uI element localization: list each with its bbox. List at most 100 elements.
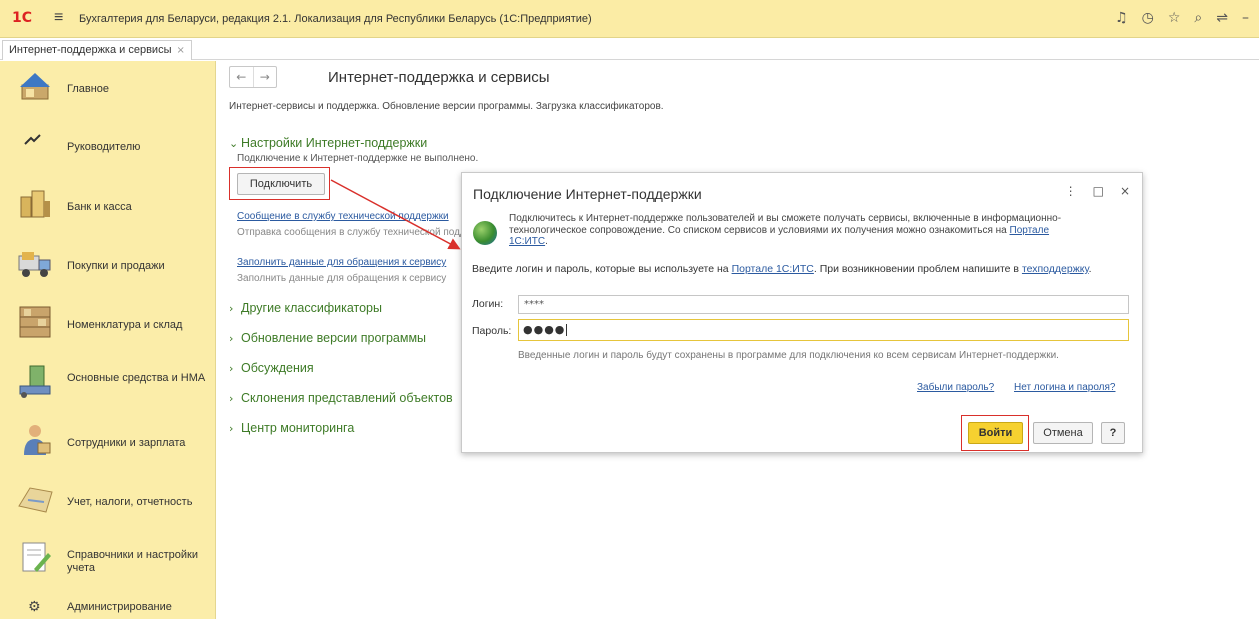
history-icon[interactable]: ◷ xyxy=(1142,10,1154,26)
section-discussions[interactable]: › Обсуждения xyxy=(229,361,314,375)
section-title: Обсуждения xyxy=(241,361,314,375)
sidebar-item-label: Основные средства и НМА xyxy=(67,372,206,384)
chevron-right-icon: › xyxy=(229,392,234,405)
credentials-hint: Введенные логин и пароль будут сохранены… xyxy=(518,350,1059,361)
sidebar-item-label: Учет, налоги, отчетность xyxy=(67,496,193,508)
sidebar-item-assets[interactable]: Основные средства и НМА xyxy=(0,356,216,412)
cancel-button[interactable]: Отмена xyxy=(1033,422,1093,444)
forgot-password-link[interactable]: Забыли пароль? xyxy=(917,382,994,393)
sidebar-item-label: Сотрудники и зарплата xyxy=(67,437,186,449)
chevron-right-icon: › xyxy=(229,422,234,435)
login-field[interactable]: **** xyxy=(518,295,1129,314)
settings-doc-icon xyxy=(22,542,51,572)
close-icon[interactable]: × xyxy=(1120,184,1130,198)
chevron-right-icon: › xyxy=(229,332,234,345)
section-title: Склонения представлений объектов xyxy=(241,391,453,405)
gear-icon: ⚙ xyxy=(28,599,41,615)
section-title: Настройки Интернет-поддержки xyxy=(241,136,428,150)
login-button[interactable]: Войти xyxy=(968,422,1023,444)
sidebar-item-label: Покупки и продажи xyxy=(67,260,165,272)
history-nav: ← → xyxy=(229,66,277,88)
connect-button[interactable]: Подключить xyxy=(237,173,325,195)
assets-icon xyxy=(19,365,51,398)
sidebar-item-inventory[interactable]: Номенклатура и склад xyxy=(0,297,216,353)
password-field[interactable]: ●●●● xyxy=(518,319,1129,341)
sidebar-item-admin[interactable]: ⚙ Администрирование xyxy=(0,589,216,619)
forward-button[interactable]: → xyxy=(254,67,277,87)
minimize-icon[interactable]: – xyxy=(1242,10,1249,26)
section-title: Другие классификаторы xyxy=(241,301,382,315)
main-menu-icon[interactable]: ≡ xyxy=(54,9,63,27)
employee-icon xyxy=(24,425,51,455)
menu-icon[interactable]: ⇌ xyxy=(1216,10,1228,26)
fill-data-desc: Заполнить данные для обращения к сервису xyxy=(237,273,447,284)
portal-link[interactable]: Портале 1С:ИТС xyxy=(732,263,814,275)
trend-icon xyxy=(24,134,41,145)
star-icon[interactable]: ☆ xyxy=(1168,10,1181,26)
section-monitoring[interactable]: › Центр мониторинга xyxy=(229,421,354,435)
password-value: ●●●● xyxy=(523,323,566,336)
app-logo: 1С xyxy=(12,10,33,26)
sidebar-item-purchases[interactable]: Покупки и продажи xyxy=(0,238,216,294)
text-caret xyxy=(566,324,568,336)
dialog-controls: ⋮ □ × xyxy=(1065,184,1130,198)
chevron-down-icon: ⌄ xyxy=(229,137,239,150)
title-bar: 1С ≡ Бухгалтерия для Беларуси, редакция … xyxy=(0,0,1259,38)
bell-icon[interactable]: ♫ xyxy=(1115,10,1128,26)
tab-bar: Интернет-поддержка и сервисы × xyxy=(0,38,1259,60)
section-update[interactable]: › Обновление версии программы xyxy=(229,331,426,345)
section-title: Центр мониторинга xyxy=(241,421,355,435)
search-icon[interactable]: ⌕ xyxy=(1194,10,1202,26)
support-message-desc: Отправка сообщения в службу технической … xyxy=(237,227,461,238)
connection-status: Подключение к Интернет-поддержке не выпо… xyxy=(237,153,479,164)
page-subtitle: Интернет-сервисы и поддержка. Обновление… xyxy=(229,101,664,112)
chevron-right-icon: › xyxy=(229,362,234,375)
sidebar-item-bank[interactable]: Банк и касса xyxy=(0,179,216,235)
no-login-link[interactable]: Нет логина и пароля? xyxy=(1014,382,1115,393)
warehouse-icon xyxy=(19,306,51,338)
title-bar-icons: ♫ ◷ ☆ ⌕ ⇌ – xyxy=(1115,10,1249,26)
truck-icon xyxy=(18,252,51,277)
sidebar-item-main[interactable]: Главное xyxy=(0,61,216,117)
tab-label: Интернет-поддержка и сервисы xyxy=(9,44,172,56)
instructions-text: . При возникновении проблем напишите в xyxy=(813,263,1022,275)
intro-text: Подключитесь к Интернет-поддержке пользо… xyxy=(509,213,1062,236)
intro-end: . xyxy=(545,236,548,247)
close-icon[interactable]: × xyxy=(176,45,184,56)
tab-internet-support[interactable]: Интернет-поддержка и сервисы × xyxy=(2,40,192,60)
dialog-title: Подключение Интернет-поддержки xyxy=(473,186,702,202)
tech-support-link[interactable]: техподдержку xyxy=(1022,263,1089,275)
page-title: Интернет-поддержка и сервисы xyxy=(328,69,550,86)
dialog-intro: Подключитесь к Интернет-поддержке пользо… xyxy=(509,213,1069,248)
accounting-icon xyxy=(18,487,53,513)
chevron-right-icon: › xyxy=(229,302,234,315)
section-internet-support-settings[interactable]: ⌄ Настройки Интернет-поддержки xyxy=(229,136,427,150)
help-button[interactable]: ? xyxy=(1101,422,1125,444)
back-button[interactable]: ← xyxy=(230,67,254,87)
login-instructions: Введите логин и пароль, которые вы испол… xyxy=(472,263,1112,275)
sidebar-item-label: Администрирование xyxy=(67,601,172,613)
sidebar-item-label: Банк и касса xyxy=(67,201,132,213)
fill-data-link[interactable]: Заполнить данные для обращения к сервису xyxy=(237,257,461,268)
internet-support-dialog: Подключение Интернет-поддержки ⋮ □ × Под… xyxy=(461,172,1143,453)
section-title: Обновление версии программы xyxy=(241,331,427,345)
home-icon xyxy=(20,73,50,100)
sidebar-item-employees[interactable]: Сотрудники и зарплата xyxy=(0,415,216,471)
password-label: Пароль: xyxy=(472,325,512,337)
sidebar-item-accounting[interactable]: Учет, налоги, отчетность xyxy=(0,474,216,530)
instructions-end: . xyxy=(1088,263,1092,275)
sidebar: Главное Руководителю Банк и касса Покупк… xyxy=(0,61,216,619)
sidebar-item-label: Руководителю xyxy=(67,141,141,153)
sidebar-item-settings[interactable]: Справочники и настройки учета xyxy=(0,533,216,589)
globe-icon xyxy=(473,221,497,245)
sidebar-item-manager[interactable]: Руководителю xyxy=(0,119,216,175)
more-icon[interactable]: ⋮ xyxy=(1065,184,1077,198)
section-classifiers[interactable]: › Другие классификаторы xyxy=(229,301,382,315)
sidebar-item-label: Главное xyxy=(67,83,110,95)
instructions-text: Введите логин и пароль, которые вы испол… xyxy=(472,263,732,275)
bank-icon xyxy=(20,190,50,218)
maximize-icon[interactable]: □ xyxy=(1093,184,1104,198)
support-message-link[interactable]: Сообщение в службу технической поддержки xyxy=(237,211,461,222)
app-title: Бухгалтерия для Беларуси, редакция 2.1. … xyxy=(79,13,592,25)
section-declensions[interactable]: › Склонения представлений объектов xyxy=(229,391,461,405)
